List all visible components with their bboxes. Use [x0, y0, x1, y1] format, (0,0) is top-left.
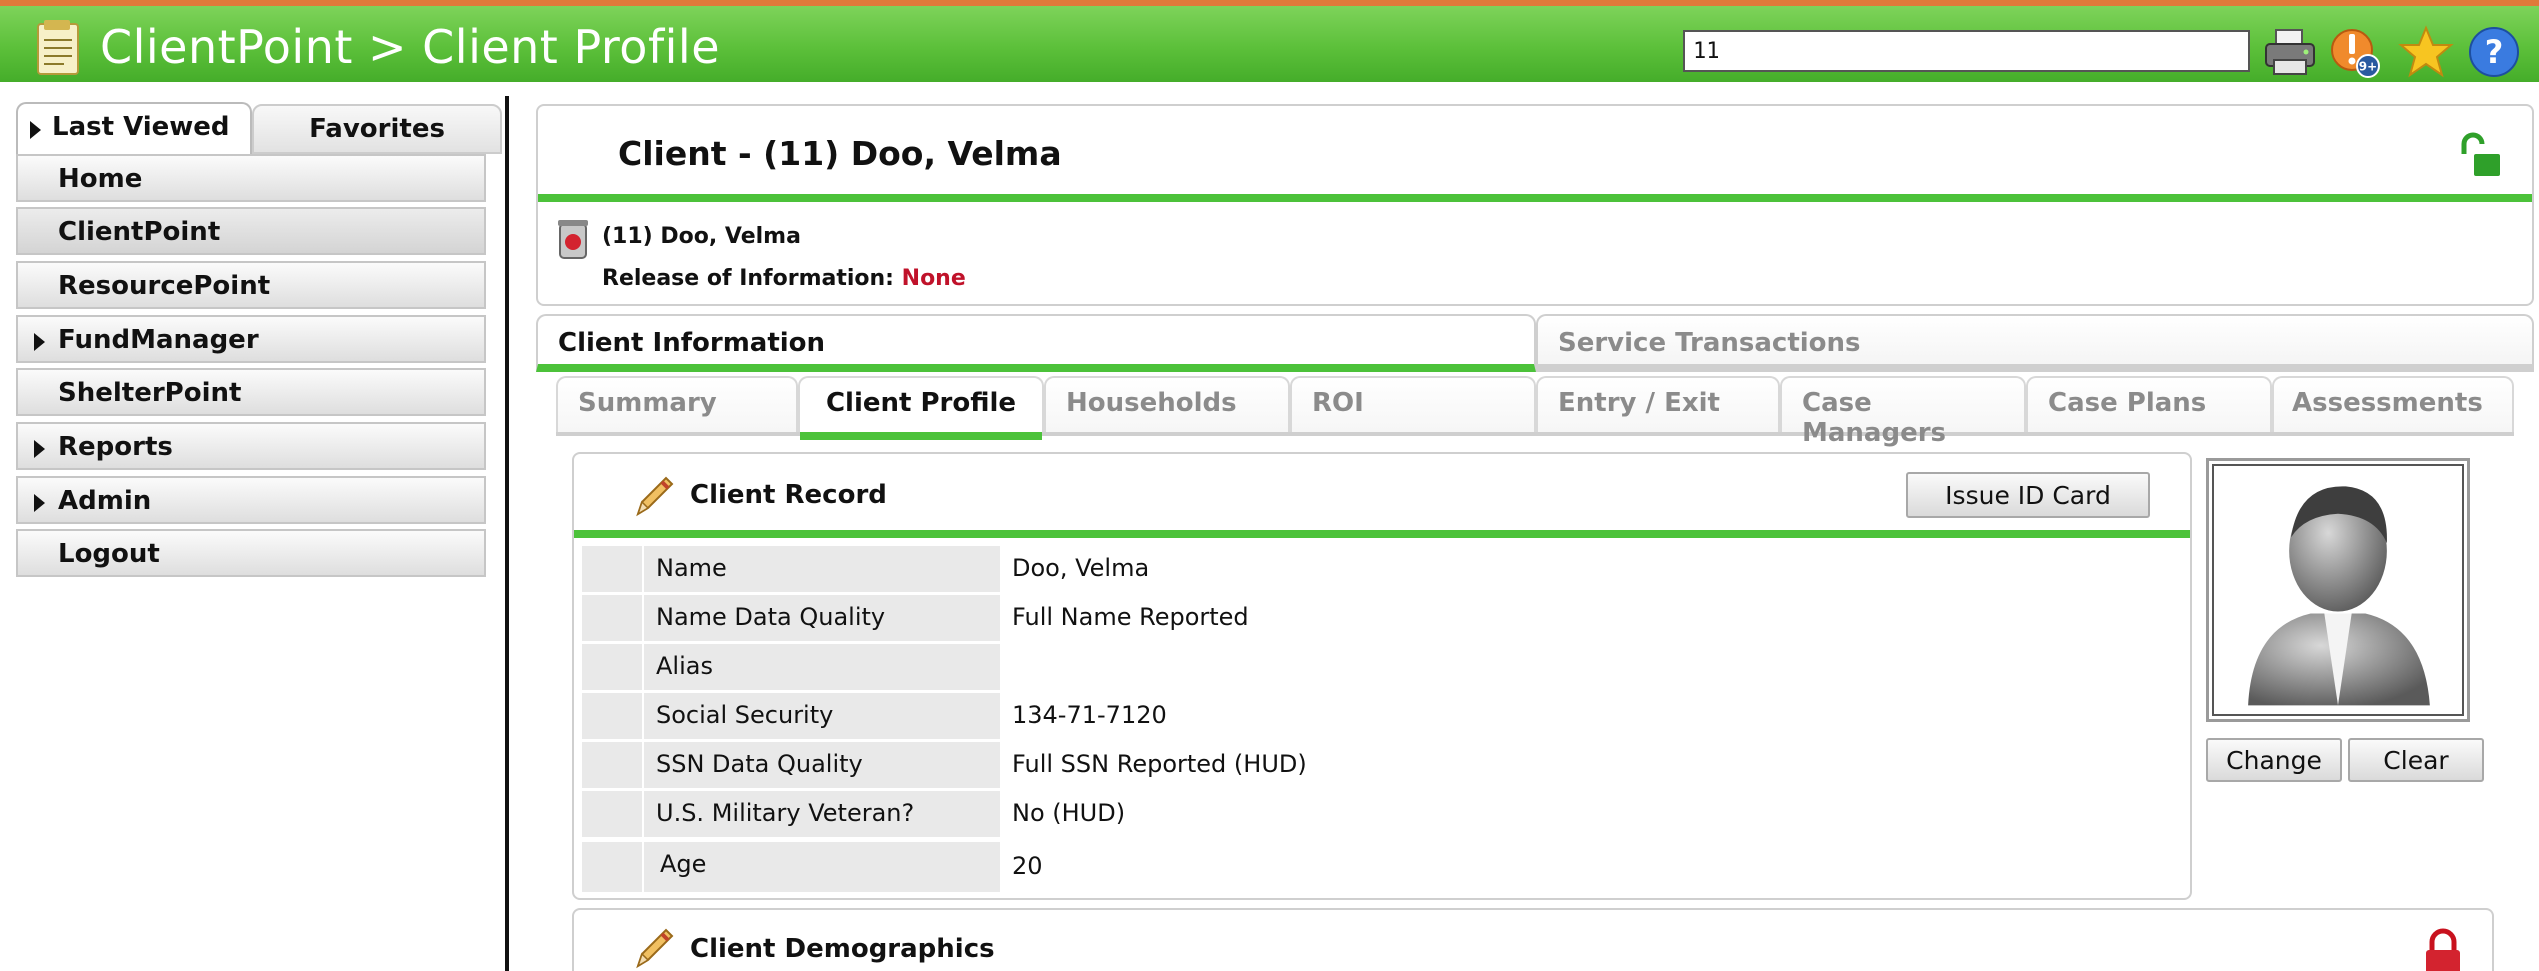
field-label: SSN Data Quality — [644, 742, 1000, 788]
tab-entry-exit[interactable]: Entry / Exit — [1536, 376, 1780, 432]
sidebar-divider — [505, 96, 509, 971]
svg-text:?: ? — [2485, 33, 2504, 71]
expand-arrow-icon — [30, 121, 41, 139]
sidebar-item-label: Logout — [58, 539, 160, 569]
client-photo — [2206, 458, 2470, 722]
table-row: Social Security 134-71-7120 — [582, 693, 2186, 739]
notification-badge: 9+ — [2359, 60, 2377, 74]
client-record-icon — [558, 220, 588, 259]
active-tab-underline — [800, 432, 1042, 440]
table-row: U.S. Military Veteran? No (HUD) — [582, 791, 2186, 837]
table-row: Name Data Quality Full Name Reported — [582, 595, 2186, 641]
sidebar-item-label: Reports — [58, 432, 173, 462]
printer-icon[interactable] — [2262, 24, 2318, 80]
app-header: ClientPoint > Client Profile 9+ ? — [0, 0, 2539, 82]
avatar-placeholder-icon — [2248, 486, 2430, 706]
sidebar-item-label: ClientPoint — [58, 217, 221, 247]
tab-last-viewed[interactable]: Last Viewed — [16, 102, 252, 154]
sidebar-item-clientpoint[interactable]: ClientPoint — [16, 207, 486, 255]
lock-icon[interactable] — [2422, 928, 2464, 971]
favorite-star-icon[interactable] — [2398, 24, 2454, 80]
tab-roi[interactable]: ROI — [1290, 376, 1536, 432]
client-name-line: (11) Doo, Velma — [602, 224, 801, 249]
roi-line: Release of Information: None — [602, 266, 966, 291]
field-label: U.S. Military Veteran? — [644, 791, 1000, 837]
main-tab-divider — [1536, 364, 2534, 372]
expand-arrow-icon — [34, 440, 45, 458]
field-label: Social Security — [644, 693, 1000, 739]
clientpoint-logo-icon — [37, 20, 79, 75]
tab-case-managers[interactable]: Case Managers — [1780, 376, 2026, 448]
page-title: ClientPoint > Client Profile — [100, 20, 720, 74]
client-header-divider — [538, 194, 2532, 202]
roi-value: None — [901, 266, 966, 291]
table-row: Age 20 — [582, 842, 2186, 892]
sidebar-item-resourcepoint[interactable]: ResourcePoint — [16, 261, 486, 309]
sidebar-item-home[interactable]: Home — [16, 154, 486, 202]
sidebar-item-fundmanager[interactable]: FundManager — [16, 315, 486, 363]
table-row: Name Doo, Velma — [582, 546, 2186, 592]
sidebar-tabs: Last Viewed Favorites — [16, 102, 502, 154]
change-photo-button[interactable]: Change — [2206, 738, 2342, 782]
field-label: Alias — [644, 644, 1000, 690]
client-demographics-title: Client Demographics — [690, 934, 995, 964]
table-row: SSN Data Quality Full SSN Reported (HUD) — [582, 742, 2186, 788]
field-label: Name — [644, 546, 1000, 592]
sidebar-item-admin[interactable]: Admin — [16, 476, 486, 524]
help-icon[interactable]: ? — [2466, 24, 2522, 80]
edit-pencil-icon[interactable] — [632, 926, 676, 970]
sidebar-item-label: Admin — [58, 486, 152, 516]
expand-arrow-icon — [34, 333, 45, 351]
tab-favorites[interactable]: Favorites — [252, 104, 502, 154]
sidebar-item-label: Home — [58, 164, 143, 194]
client-title: Client - (11) Doo, Velma — [618, 134, 1062, 173]
field-value: No (HUD) — [1012, 799, 1126, 827]
client-record-panel: Client Record Issue ID Card Name Doo, Ve… — [572, 452, 2192, 900]
table-row: Alias — [582, 644, 2186, 690]
client-record-divider — [574, 530, 2190, 538]
field-value: Full SSN Reported (HUD) — [1012, 750, 1307, 778]
tab-client-information[interactable]: Client Information — [536, 314, 1536, 372]
tab-assessments[interactable]: Assessments — [2272, 376, 2514, 432]
field-value: 134-71-7120 — [1012, 701, 1167, 729]
issue-id-card-button[interactable]: Issue ID Card — [1906, 472, 2150, 518]
tab-summary[interactable]: Summary — [556, 376, 798, 432]
sidebar-item-label: ResourcePoint — [58, 271, 271, 301]
sidebar-item-shelterpoint[interactable]: ShelterPoint — [16, 368, 486, 416]
roi-label: Release of Information: — [602, 266, 894, 291]
tab-households[interactable]: Households — [1044, 376, 1290, 432]
sidebar-item-reports[interactable]: Reports — [16, 422, 486, 470]
client-demographics-panel: Client Demographics — [572, 908, 2494, 971]
client-search-input[interactable] — [1683, 30, 2250, 72]
alert-icon[interactable]: 9+ — [2328, 24, 2384, 80]
field-value: 20 — [1012, 852, 1043, 880]
field-value: Full Name Reported — [1012, 603, 1249, 631]
edit-pencil-icon[interactable] — [632, 474, 676, 518]
unlock-icon[interactable] — [2456, 132, 2504, 180]
client-record-title: Client Record — [690, 480, 887, 510]
clear-photo-button[interactable]: Clear — [2348, 738, 2484, 782]
sidebar-item-label: ShelterPoint — [58, 378, 242, 408]
field-label: Name Data Quality — [644, 595, 1000, 641]
client-header-card: Client - (11) Doo, Velma (11) Doo, Velma… — [536, 104, 2534, 306]
sidebar-item-label: FundManager — [58, 325, 259, 355]
tab-client-profile[interactable]: Client Profile — [798, 376, 1044, 440]
sidebar-item-logout[interactable]: Logout — [16, 529, 486, 577]
field-value: Doo, Velma — [1012, 554, 1150, 582]
tab-case-plans[interactable]: Case Plans — [2026, 376, 2272, 432]
expand-arrow-icon — [34, 494, 45, 512]
field-label: Age — [644, 842, 1000, 892]
